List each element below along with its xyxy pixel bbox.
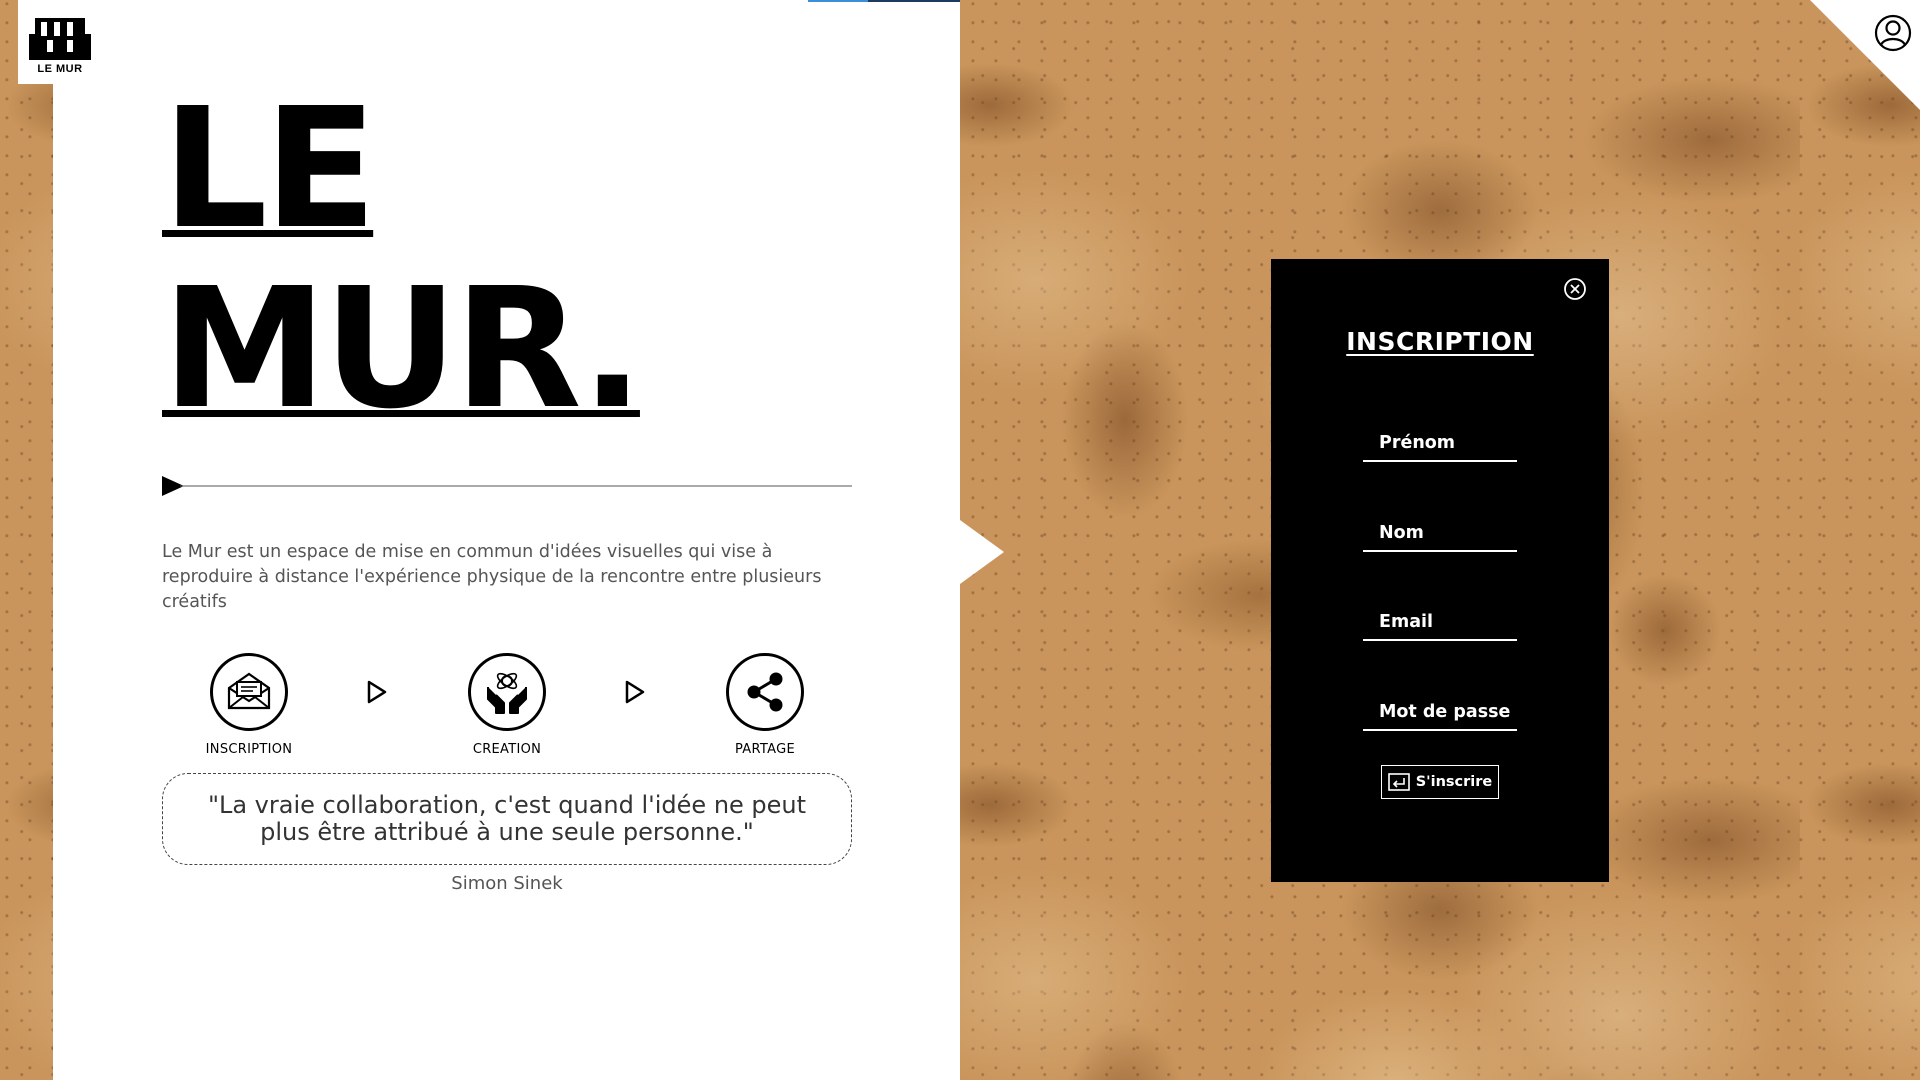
- title-line-1: LE: [162, 73, 377, 266]
- top-accent-bar: [808, 0, 960, 2]
- step-inscription[interactable]: INSCRIPTION: [179, 653, 319, 757]
- logo[interactable]: LE MUR: [18, 0, 102, 84]
- intro-text: Le Mur est un espace de mise en commun d…: [162, 542, 822, 612]
- step-partage[interactable]: PARTAGE: [695, 653, 835, 757]
- close-icon[interactable]: [1563, 277, 1587, 301]
- quote-author: Simon Sinek: [451, 873, 563, 894]
- submit-label: S'inscrire: [1415, 774, 1493, 790]
- step-label: INSCRIPTION: [205, 742, 293, 757]
- envelope-icon: [227, 672, 271, 710]
- logo-label: LE MUR: [37, 63, 83, 75]
- password-field[interactable]: Mot de passe: [1363, 695, 1517, 731]
- title-line-2: MUR.: [162, 253, 644, 446]
- share-icon: [747, 672, 783, 712]
- signup-card: INSCRIPTION Prénom Nom Email Mot de pass…: [1271, 259, 1609, 882]
- page-title: LE MUR.: [162, 73, 644, 446]
- step-inscription-button[interactable]: [210, 653, 288, 731]
- enter-icon: [1387, 773, 1410, 791]
- step-partage-button[interactable]: [726, 653, 804, 731]
- step-label: CREATION: [472, 742, 542, 757]
- panel-notch: [960, 520, 1004, 584]
- step-label: PARTAGE: [735, 742, 795, 757]
- step-creation-button[interactable]: [468, 653, 546, 731]
- step-creation[interactable]: CREATION: [437, 653, 577, 757]
- user-account-icon[interactable]: [1874, 14, 1912, 52]
- building-wall-icon: [29, 18, 91, 60]
- first-name-field[interactable]: Prénom: [1363, 426, 1517, 462]
- signup-title: INSCRIPTION: [1346, 327, 1534, 356]
- signup-submit-button[interactable]: S'inscrire: [1381, 765, 1499, 799]
- play-arrow-icon: [625, 680, 645, 704]
- last-name-field[interactable]: Nom: [1363, 516, 1517, 552]
- arrow-divider: [162, 476, 852, 496]
- email-field[interactable]: Email: [1363, 605, 1517, 641]
- quote-box: "La vraie collaboration, c'est quand l'i…: [162, 773, 852, 865]
- hands-molecule-icon: [487, 672, 527, 714]
- play-arrow-icon: [367, 680, 387, 704]
